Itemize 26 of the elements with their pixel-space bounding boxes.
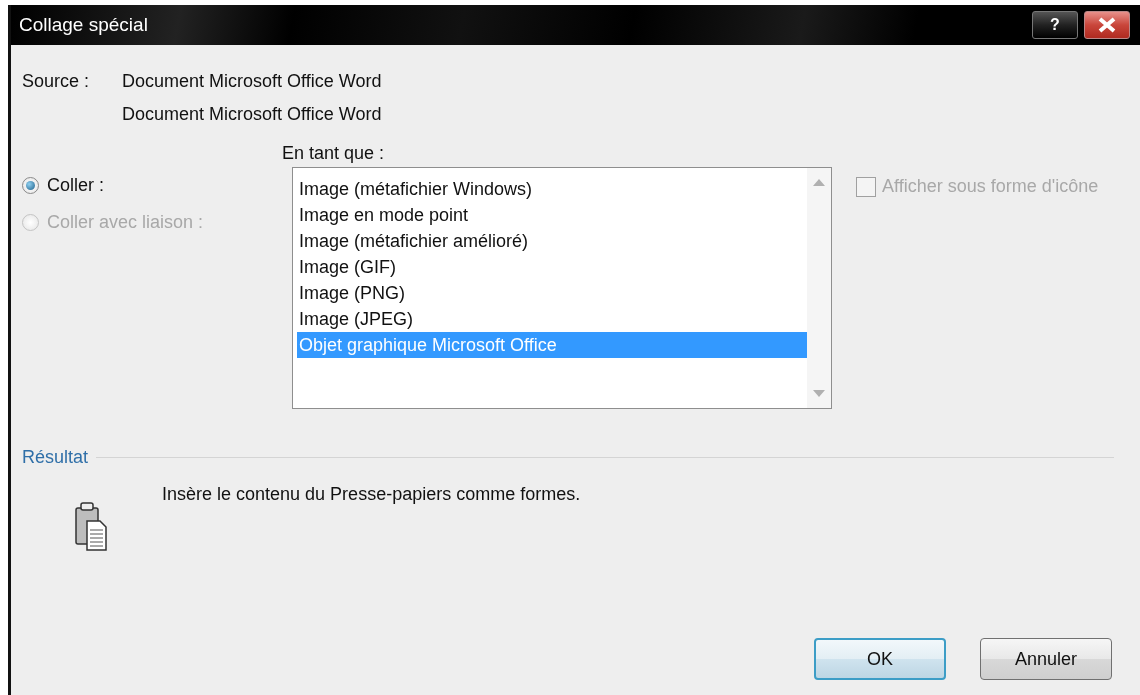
radio-button[interactable] — [22, 177, 39, 194]
help-button[interactable]: ? — [1032, 11, 1078, 39]
list-label: En tant que : — [282, 142, 386, 165]
source-value: Document Microsoft Office Word — [122, 70, 382, 93]
scroll-up-icon[interactable] — [813, 178, 825, 186]
window-title: Collage spécial — [19, 14, 149, 36]
ok-button[interactable]: OK — [814, 638, 946, 680]
cancel-button[interactable]: Annuler — [980, 638, 1112, 680]
list-item[interactable]: Image (PNG) — [297, 280, 807, 306]
list-item[interactable]: Image (GIF) — [297, 254, 807, 280]
list-item[interactable]: Image (JPEG) — [297, 306, 807, 332]
source-value: Document Microsoft Office Word — [122, 103, 382, 126]
list-item[interactable]: Image en mode point — [297, 202, 807, 228]
radio-label: Coller avec liaison : — [47, 212, 204, 233]
list-item[interactable]: Image (métafichier Windows) — [297, 176, 807, 202]
checkbox-label: Afficher sous forme d'icône — [882, 176, 1099, 197]
close-icon — [1097, 17, 1117, 33]
format-list[interactable]: Image (métafichier Windows) Image en mode point Image (métafichier amélioré) Image (GIF) Image (PNG) Image (JPEG) Objet graphique Microsoft Office — [292, 167, 832, 409]
result-description: Insère le contenu du Presse-papiers comme formes. — [162, 484, 581, 506]
source-label: Source : — [22, 70, 91, 93]
list-item[interactable]: Image (métafichier amélioré) — [297, 228, 807, 254]
close-button[interactable] — [1084, 11, 1130, 39]
radio-label: Coller : — [47, 175, 104, 196]
section-heading: Résultat — [22, 447, 89, 468]
scrollbar[interactable] — [807, 168, 831, 408]
scroll-down-icon[interactable] — [813, 390, 825, 398]
